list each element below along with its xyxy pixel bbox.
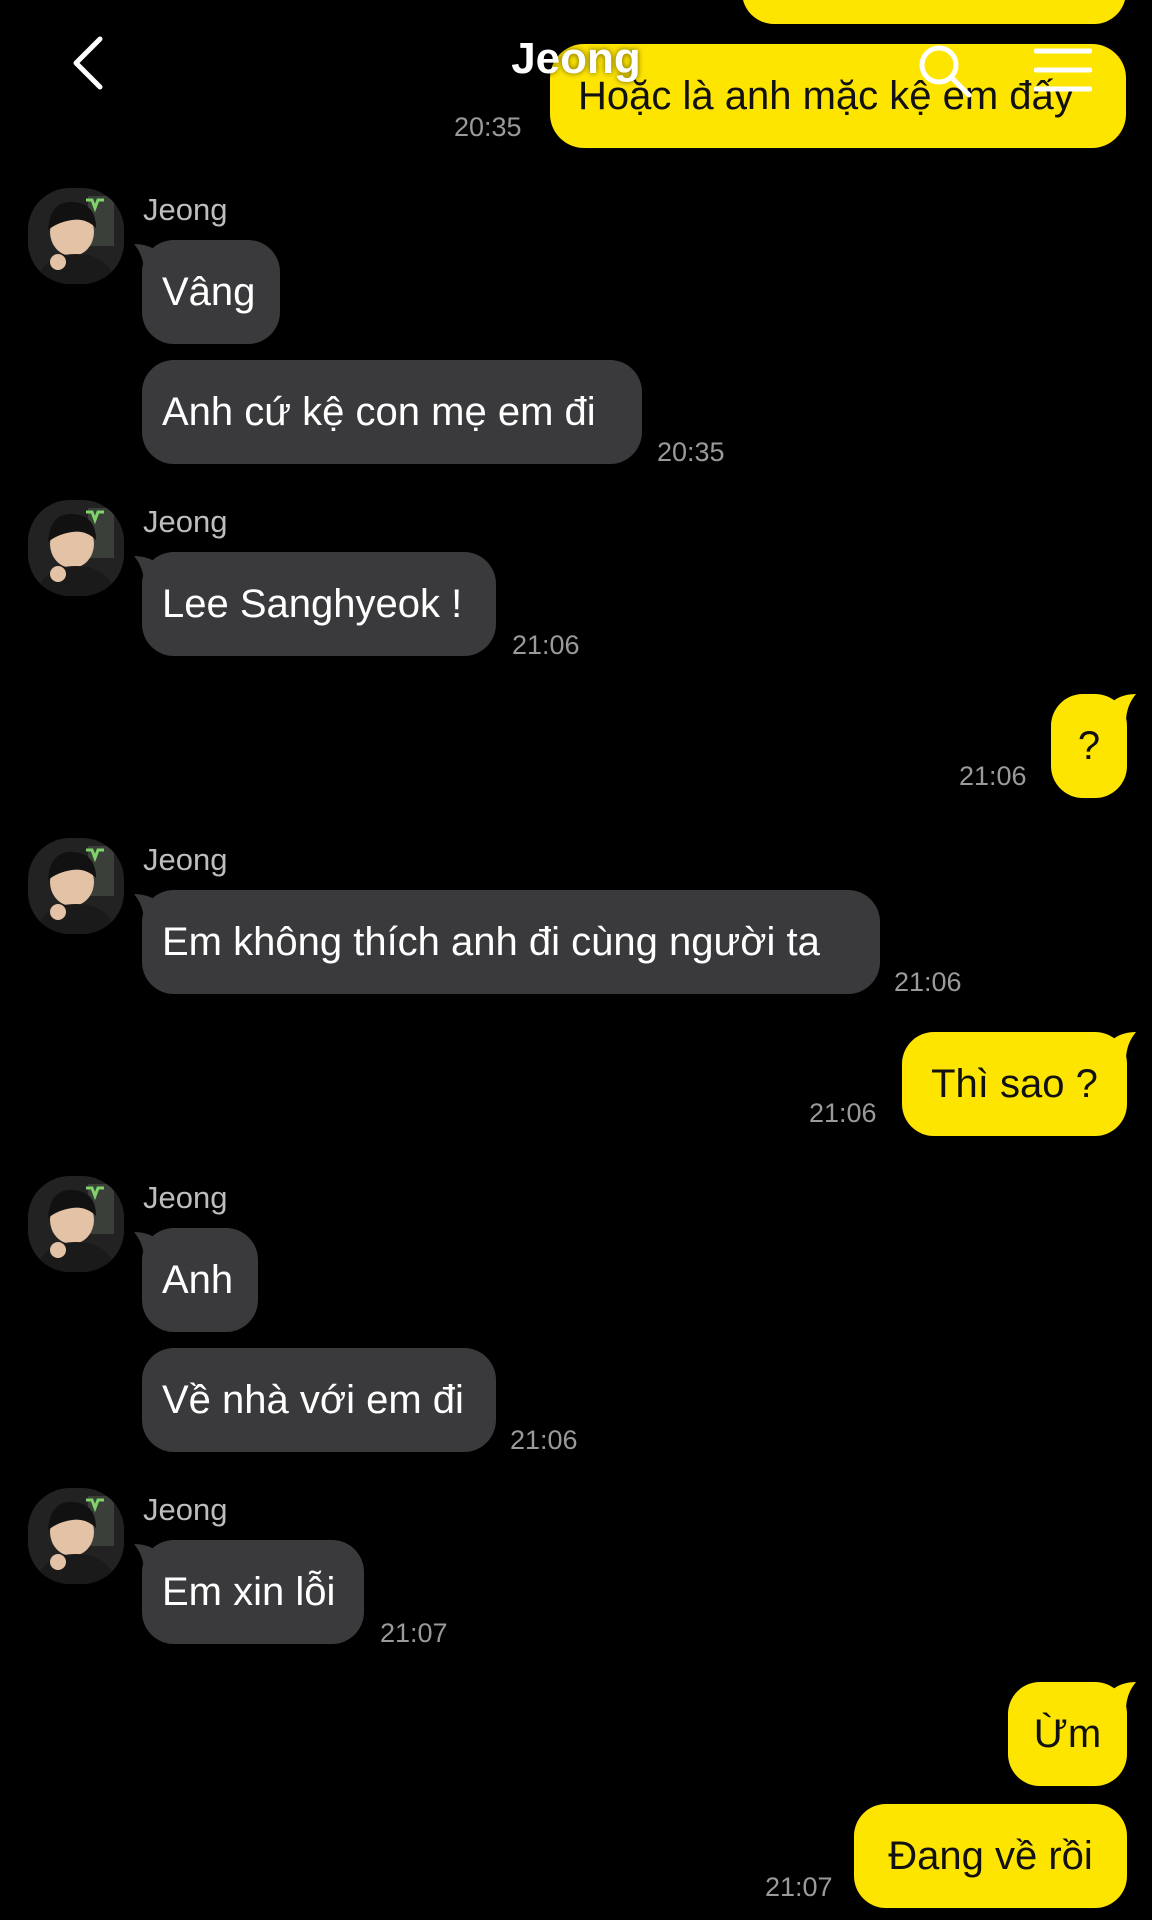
message-text: Em không thích anh đi cùng người ta: [162, 919, 820, 964]
message-time: 21:07: [380, 1618, 448, 1648]
search-button[interactable]: [912, 40, 978, 106]
outgoing-message-bubble[interactable]: Thì sao ?: [902, 1032, 1127, 1136]
message-text: Về nhà với em đi: [162, 1377, 464, 1422]
bubble-tail: [1108, 694, 1136, 722]
message-time: 21:06: [809, 1098, 877, 1128]
message-text: Đang về rồi: [888, 1833, 1093, 1878]
sender-name: Jeong: [143, 1180, 228, 1215]
avatar[interactable]: [28, 1176, 124, 1272]
avatar[interactable]: [28, 500, 124, 596]
message-time: 21:07: [765, 1872, 833, 1902]
chat-title: Jeong: [511, 34, 641, 83]
incoming-message-bubble[interactable]: Anh: [142, 1228, 258, 1332]
message-text: Anh cứ kệ con mẹ em đi: [162, 389, 596, 434]
bubble-tail: [1108, 1032, 1136, 1060]
hamburger-menu-icon: [1033, 47, 1093, 98]
chat-header: Jeong: [0, 0, 1152, 140]
incoming-message-bubble[interactable]: Về nhà với em đi: [142, 1348, 496, 1452]
message-text: Thì sao ?: [931, 1061, 1098, 1106]
message-text: ?: [1077, 723, 1101, 768]
message-time: 21:06: [894, 967, 962, 997]
sender-name: Jeong: [143, 504, 228, 539]
incoming-message-bubble[interactable]: Em xin lỗi: [142, 1540, 364, 1644]
message-time: 21:06: [510, 1425, 578, 1455]
message-text: Ừm: [1033, 1711, 1102, 1756]
message-text: Anh: [162, 1257, 234, 1302]
menu-button[interactable]: [1030, 42, 1096, 102]
message-time: 21:06: [959, 761, 1027, 791]
message-text: Vâng: [162, 269, 256, 314]
message-text: Em xin lỗi: [162, 1569, 336, 1614]
bubble-tail: [1108, 1682, 1136, 1710]
avatar[interactable]: [28, 1488, 124, 1584]
sender-name: Jeong: [143, 192, 228, 227]
incoming-message-bubble[interactable]: Lee Sanghyeok !: [142, 552, 496, 656]
avatar[interactable]: [28, 838, 124, 934]
search-icon: [917, 43, 973, 104]
message-time: 20:35: [657, 437, 725, 467]
message-text: Lee Sanghyeok !: [162, 581, 463, 626]
sender-name: Jeong: [143, 842, 228, 877]
avatar[interactable]: [28, 188, 124, 284]
message-time: 21:06: [512, 630, 580, 660]
incoming-message-bubble[interactable]: Anh cứ kệ con mẹ em đi: [142, 360, 642, 464]
sender-name: Jeong: [143, 1492, 228, 1527]
outgoing-message-bubble[interactable]: Đang về rồi: [854, 1804, 1127, 1908]
incoming-message-bubble[interactable]: Em không thích anh đi cùng người ta: [142, 890, 880, 994]
incoming-message-bubble[interactable]: Vâng: [142, 240, 280, 344]
